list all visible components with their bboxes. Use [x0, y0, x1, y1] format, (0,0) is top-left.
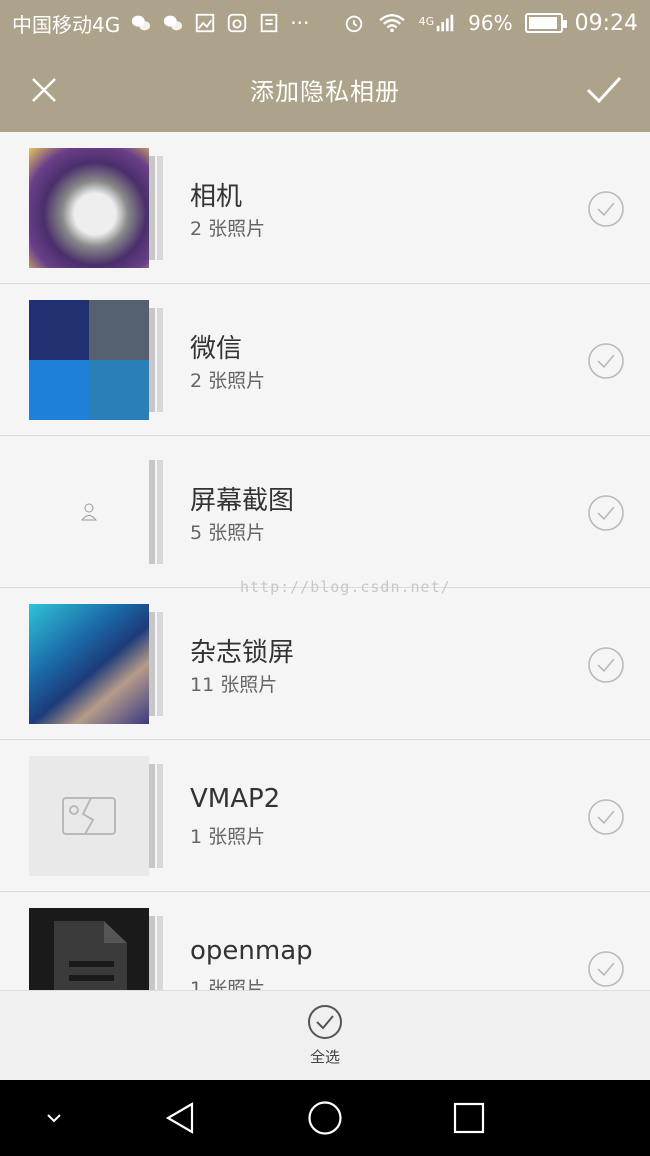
network-type: 4G	[418, 14, 435, 28]
album-thumbnail	[29, 908, 163, 990]
check-icon	[586, 76, 622, 104]
home-button[interactable]	[307, 1100, 343, 1136]
status-left: 中国移动4G ···	[12, 9, 309, 38]
magazine-album-cover	[29, 604, 149, 724]
album-name: openmap	[190, 936, 313, 966]
close-icon	[32, 78, 56, 102]
person-icon	[80, 503, 98, 521]
battery-percent: 96%	[468, 11, 513, 35]
album-count: 1 张照片	[190, 978, 266, 990]
alarm-icon	[343, 12, 365, 34]
check-circle-icon[interactable]	[587, 190, 625, 228]
battery-icon	[524, 13, 567, 33]
close-button[interactable]	[20, 66, 68, 114]
more-notifications: ···	[290, 11, 310, 35]
album-row-openmap[interactable]: openmap 1 张照片	[0, 892, 650, 990]
navigation-bar	[0, 1080, 650, 1156]
album-row-wechat[interactable]: 微信 2 张照片	[0, 284, 650, 436]
select-all-label: 全选	[309, 1048, 340, 1066]
page-title: 添加隐私相册	[250, 77, 400, 106]
album-thumbnail	[29, 756, 163, 876]
album-name: 屏幕截图	[190, 486, 295, 516]
camera-app-icon	[226, 12, 248, 34]
status-bar: 中国移动4G ··· 4G 96% 09:24	[0, 0, 650, 46]
hide-nav-button[interactable]	[36, 1100, 72, 1136]
app-header: 添加隐私相册	[0, 46, 650, 132]
album-count: 2 张照片	[190, 370, 266, 392]
notes-icon	[258, 12, 280, 34]
home-icon	[308, 1101, 342, 1135]
album-thumbnail	[29, 604, 163, 724]
album-count: 11 张照片	[190, 674, 278, 696]
status-right: 4G 96% 09:24	[343, 11, 638, 36]
placeholder-album-cover	[29, 756, 149, 876]
album-list: 相机 2 张照片 微信 2 张照片 屏幕截图 5 张照片 杂志锁屏 11 张照片…	[0, 132, 650, 990]
album-thumbnail	[29, 452, 163, 572]
image-icon	[194, 12, 216, 34]
wifi-icon	[377, 12, 407, 34]
clock: 09:24	[574, 10, 638, 36]
signal-icon	[434, 12, 456, 34]
select-all-button[interactable]: 全选	[307, 1004, 343, 1067]
confirm-button[interactable]	[580, 66, 628, 114]
check-circle-icon[interactable]	[587, 950, 625, 988]
album-count: 1 张照片	[190, 826, 266, 848]
album-name: VMAP2	[190, 784, 281, 814]
album-count: 2 张照片	[190, 218, 266, 240]
action-bar: 全选	[0, 990, 650, 1080]
carrier-label: 中国移动4G	[12, 12, 121, 37]
screenshot-album-cover	[29, 452, 149, 572]
album-name: 微信	[190, 334, 243, 364]
wechat-icon	[130, 12, 152, 34]
watermark: http://blog.csdn.net/	[240, 578, 451, 596]
album-row-screenshots[interactable]: 屏幕截图 5 张照片	[0, 436, 650, 588]
album-name: 相机	[190, 182, 243, 212]
check-circle-icon[interactable]	[587, 342, 625, 380]
wechat-icon	[162, 12, 184, 34]
album-thumbnail	[29, 300, 163, 420]
chevron-down-icon	[47, 1114, 61, 1123]
camera-album-cover	[29, 148, 149, 268]
album-name: 杂志锁屏	[190, 638, 295, 668]
back-icon	[165, 1102, 194, 1134]
broken-image-icon	[62, 797, 116, 835]
wechat-album-cover	[29, 300, 149, 420]
check-circle-icon[interactable]	[587, 494, 625, 532]
album-row-camera[interactable]: 相机 2 张照片	[0, 132, 650, 284]
check-circle-icon	[308, 1005, 342, 1039]
check-circle-icon[interactable]	[587, 798, 625, 836]
album-count: 5 张照片	[190, 522, 266, 544]
back-button[interactable]	[162, 1100, 198, 1136]
album-thumbnail	[29, 148, 163, 268]
album-row-magazine[interactable]: 杂志锁屏 11 张照片	[0, 588, 650, 740]
document-icon	[54, 921, 127, 990]
recents-button[interactable]	[451, 1100, 487, 1136]
check-circle-icon[interactable]	[587, 646, 625, 684]
recents-icon	[453, 1102, 485, 1134]
album-row-vmap2[interactable]: VMAP2 1 张照片	[0, 740, 650, 892]
document-album-cover	[29, 908, 149, 990]
